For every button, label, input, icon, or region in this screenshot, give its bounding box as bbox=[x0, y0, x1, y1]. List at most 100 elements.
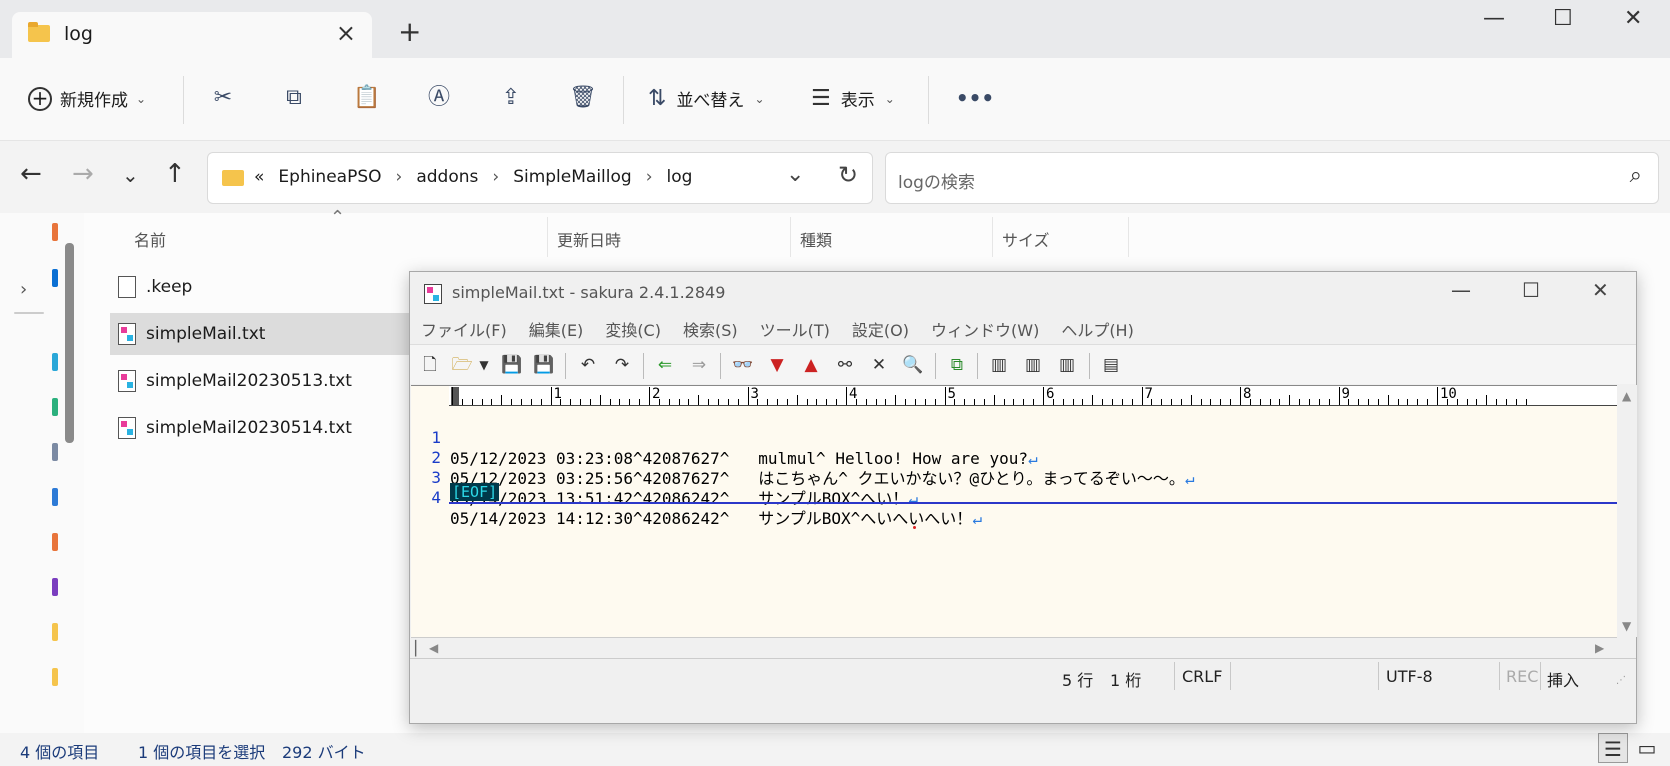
menu-edit[interactable]: 編集(E) bbox=[529, 317, 584, 341]
folder-icon[interactable] bbox=[52, 623, 58, 641]
column-divider[interactable] bbox=[1128, 217, 1129, 257]
chevron-down-icon[interactable]: ⌄ bbox=[786, 162, 804, 187]
tiles-view-icon[interactable]: ▭ bbox=[1632, 733, 1662, 763]
breadcrumb-separator[interactable]: › bbox=[492, 167, 499, 187]
recent-locations-icon[interactable]: ⌄ bbox=[122, 165, 139, 185]
refresh-icon[interactable]: ↻ bbox=[838, 161, 858, 189]
redo-icon[interactable]: ↷ bbox=[610, 353, 634, 377]
replace-icon[interactable]: ⚯ bbox=[833, 353, 857, 377]
search-input[interactable]: logの検索 bbox=[898, 168, 975, 193]
menu-file[interactable]: ファイル(F) bbox=[421, 317, 507, 341]
scroll-down-icon[interactable]: ▼ bbox=[1622, 619, 1631, 633]
split-box-icon[interactable]: ▏ bbox=[415, 641, 426, 657]
file-row[interactable]: simpleMail20230514.txt bbox=[110, 407, 410, 449]
back-icon[interactable]: ← bbox=[20, 161, 42, 187]
menu-search[interactable]: 検索(S) bbox=[683, 317, 738, 341]
delete-icon[interactable]: 🗑 bbox=[569, 84, 597, 112]
open-file-icon[interactable]: 🗁 bbox=[450, 353, 474, 377]
address-bar[interactable]: « EphineaPSO › addons › SimpleMaillog › … bbox=[207, 152, 873, 204]
rename-icon[interactable]: Ⓐ bbox=[425, 84, 453, 112]
menu-help[interactable]: ヘルプ(H) bbox=[1061, 317, 1134, 341]
save-as-icon[interactable]: 💾 bbox=[532, 353, 556, 377]
minimize-icon[interactable]: — bbox=[1451, 278, 1471, 302]
share-icon[interactable]: ⇪ bbox=[497, 84, 525, 112]
scroll-left-icon[interactable]: ◀ bbox=[429, 641, 438, 655]
copy-icon[interactable]: ⧉ bbox=[280, 84, 308, 112]
breadcrumb-item[interactable]: log bbox=[667, 167, 693, 187]
file-row[interactable]: .keep bbox=[110, 266, 410, 308]
scroll-up-icon[interactable]: ▲ bbox=[1622, 389, 1631, 403]
tab-log[interactable]: log × bbox=[12, 12, 372, 58]
jump-forward-icon[interactable]: ⇒ bbox=[687, 353, 711, 377]
onedrive-icon[interactable] bbox=[52, 269, 58, 287]
find-next-icon[interactable]: ▼ bbox=[765, 353, 789, 377]
navigation-scrollbar[interactable] bbox=[65, 243, 74, 443]
horizontal-scrollbar[interactable]: ▏ ◀ ▶ bbox=[411, 637, 1617, 658]
insert-mode-indicator[interactable]: 挿入 bbox=[1547, 667, 1579, 691]
folder-icon[interactable] bbox=[52, 668, 58, 686]
outline-icon[interactable]: ⧉ bbox=[945, 353, 969, 377]
videos-icon[interactable] bbox=[52, 578, 58, 596]
scroll-right-icon[interactable]: ▶ bbox=[1595, 641, 1604, 655]
menu-window[interactable]: ウィンドウ(W) bbox=[931, 317, 1039, 341]
paste-icon[interactable]: 📋 bbox=[353, 84, 381, 112]
details-view-icon[interactable]: ☰ bbox=[1598, 733, 1628, 763]
forward-icon[interactable]: → bbox=[72, 161, 94, 187]
pictures-icon[interactable] bbox=[52, 488, 58, 506]
file-row[interactable]: simpleMail20230513.txt bbox=[110, 360, 410, 402]
window-list-icon[interactable]: ▤ bbox=[1099, 353, 1123, 377]
more-options-icon[interactable]: ••• bbox=[950, 84, 1000, 112]
close-window-icon[interactable]: ✕ bbox=[1592, 278, 1609, 302]
home-icon[interactable] bbox=[52, 223, 58, 241]
sakura-titlebar[interactable]: simpleMail.txt - sakura 2.4.1.2849 — ☐ ✕ bbox=[410, 272, 1636, 312]
find-icon[interactable]: 👓 bbox=[731, 353, 755, 377]
column-divider[interactable] bbox=[547, 217, 548, 257]
chevron-right-icon[interactable]: › bbox=[20, 279, 27, 300]
up-icon[interactable]: ↑ bbox=[164, 161, 186, 187]
eol-indicator[interactable]: CRLF bbox=[1182, 667, 1222, 686]
downloads-icon[interactable] bbox=[52, 398, 58, 416]
menu-convert[interactable]: 変換(C) bbox=[605, 317, 661, 341]
new-tab-icon[interactable]: + bbox=[398, 18, 421, 46]
sort-button[interactable]: ⇅ 並べ替え ⌄ bbox=[648, 86, 765, 111]
column-divider[interactable] bbox=[992, 217, 993, 257]
breadcrumb-item[interactable]: addons bbox=[416, 167, 478, 187]
text-line[interactable]: 2 05/12/2023 03:25:56^42087627^ はこちゃん^ ク… bbox=[411, 426, 1194, 488]
undo-icon[interactable]: ↶ bbox=[576, 353, 600, 377]
close-tab-icon[interactable]: × bbox=[336, 19, 356, 47]
search-icon[interactable]: ⌕ bbox=[1630, 163, 1642, 188]
text-line[interactable]: 1 05/12/2023 03:23:08^42087627^ mulmul^ … bbox=[411, 406, 1037, 468]
save-icon[interactable]: 💾 bbox=[500, 353, 524, 377]
view-button[interactable]: ☰ 表示 ⌄ bbox=[811, 86, 895, 111]
breadcrumb-item[interactable]: EphineaPSO bbox=[278, 167, 381, 187]
column-header-name[interactable]: 名前 bbox=[134, 227, 166, 251]
maximize-icon[interactable]: ☐ bbox=[1553, 6, 1573, 31]
breadcrumb-overflow[interactable]: « bbox=[254, 167, 264, 187]
file-row-selected[interactable]: simpleMail.txt bbox=[110, 313, 410, 355]
encoding-indicator[interactable]: UTF-8 bbox=[1386, 667, 1433, 686]
column-header-date[interactable]: 更新日時 bbox=[557, 227, 621, 251]
breadcrumb-item[interactable]: SimpleMaillog bbox=[513, 167, 632, 187]
find-previous-icon[interactable]: ▲ bbox=[799, 353, 823, 377]
close-window-icon[interactable]: ✕ bbox=[1624, 6, 1642, 31]
new-button[interactable]: + 新規作成 ⌄ bbox=[28, 86, 146, 111]
column-header-size[interactable]: サイズ bbox=[1002, 227, 1050, 251]
font-settings-icon[interactable]: ▥ bbox=[1055, 353, 1079, 377]
cut-icon[interactable]: ✂ bbox=[209, 84, 237, 112]
grep-icon[interactable]: 🔍 bbox=[901, 353, 925, 377]
music-icon[interactable] bbox=[52, 533, 58, 551]
documents-icon[interactable] bbox=[52, 443, 58, 461]
breadcrumb-separator[interactable]: › bbox=[646, 167, 653, 187]
new-file-icon[interactable]: 🗋 bbox=[418, 353, 442, 377]
text-line[interactable]: 3 05/14/2023 13:51:42^42086242^ サンプルBOX^… bbox=[411, 446, 918, 508]
resize-grip-icon[interactable]: ⋰ bbox=[1616, 675, 1626, 686]
vertical-scrollbar[interactable]: ▲ ▼ bbox=[1617, 385, 1637, 637]
minimize-icon[interactable]: — bbox=[1483, 6, 1505, 31]
chevron-down-icon[interactable]: ▼ bbox=[472, 353, 496, 377]
desktop-icon[interactable] bbox=[52, 353, 58, 371]
type-settings-icon[interactable]: ▥ bbox=[1021, 353, 1045, 377]
column-divider[interactable] bbox=[790, 217, 791, 257]
column-header-type[interactable]: 種類 bbox=[800, 227, 832, 251]
jump-back-icon[interactable]: ⇐ bbox=[653, 353, 677, 377]
sakura-text-area[interactable]: 1 2 3 4 5 6 7 8 9 10 1 05/12/2023 03:23:08^420876… bbox=[411, 385, 1617, 658]
